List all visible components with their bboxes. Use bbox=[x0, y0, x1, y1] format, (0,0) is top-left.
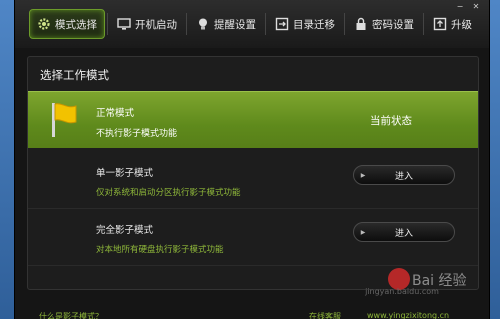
tab-divider bbox=[265, 13, 266, 35]
website-link[interactable]: www.yingzixitong.cn bbox=[367, 311, 449, 319]
tab-reminder[interactable]: 提醒设置 bbox=[189, 9, 263, 39]
tab-divider bbox=[344, 13, 345, 35]
help-link[interactable]: 什么是影子模式？ bbox=[39, 311, 103, 319]
button-label: 进入 bbox=[394, 171, 413, 182]
mode-row-full-shadow: 完全影子模式 对本地所有硬盘执行影子模式功能 ▶ 进入 bbox=[28, 209, 478, 266]
tab-label: 升级 bbox=[451, 18, 472, 31]
mode-description: 不执行影子模式功能 bbox=[96, 129, 178, 139]
enter-full-shadow-button[interactable]: ▶ 进入 bbox=[353, 222, 455, 242]
enter-single-shadow-button[interactable]: ▶ 进入 bbox=[353, 165, 455, 185]
minimize-button[interactable]: − bbox=[455, 3, 465, 11]
toolbar: 模式选择 开机启动 提醒设置 目录迁移 密码设置 升级 − ✕ bbox=[15, 0, 489, 48]
mode-description: 仅对系统和启动分区执行影子模式功能 bbox=[96, 188, 241, 198]
upgrade-icon bbox=[433, 17, 447, 31]
tab-upgrade[interactable]: 升级 bbox=[426, 9, 479, 39]
play-arrow-icon: ▶ bbox=[360, 228, 366, 236]
flag-icon bbox=[52, 103, 77, 137]
tab-label: 密码设置 bbox=[372, 18, 414, 31]
watermark-url: jingyan.baidu.com bbox=[365, 287, 439, 296]
monitor-icon bbox=[117, 17, 131, 31]
mode-description: 对本地所有硬盘执行影子模式功能 bbox=[96, 245, 224, 255]
tab-password[interactable]: 密码设置 bbox=[347, 9, 421, 39]
current-status-label: 当前状态 bbox=[370, 115, 412, 127]
mode-row-normal[interactable]: 正常模式 不执行影子模式功能 当前状态 bbox=[28, 91, 478, 148]
close-button[interactable]: ✕ bbox=[471, 3, 481, 11]
desktop-background-left bbox=[0, 0, 14, 319]
tab-label: 开机启动 bbox=[135, 18, 177, 31]
window-controls: − ✕ bbox=[455, 3, 481, 11]
gear-icon bbox=[37, 17, 51, 31]
mode-name: 单一影子模式 bbox=[96, 168, 154, 179]
tab-divider bbox=[107, 13, 108, 35]
tab-divider bbox=[423, 13, 424, 35]
tab-mode-select[interactable]: 模式选择 bbox=[29, 9, 105, 39]
tab-label: 目录迁移 bbox=[293, 18, 335, 31]
tab-directory-migration[interactable]: 目录迁移 bbox=[268, 9, 342, 39]
tab-startup[interactable]: 开机启动 bbox=[110, 9, 184, 39]
tab-divider bbox=[186, 13, 187, 35]
tab-label: 提醒设置 bbox=[214, 18, 256, 31]
panel-title: 选择工作模式 bbox=[40, 68, 109, 82]
lock-icon bbox=[354, 17, 368, 31]
desktop-background-right bbox=[490, 0, 500, 319]
mode-name: 完全影子模式 bbox=[96, 225, 154, 236]
mode-name: 正常模式 bbox=[96, 108, 135, 119]
folder-move-icon bbox=[275, 17, 289, 31]
mode-panel: 选择工作模式 正常模式 不执行影子模式功能 当前状态 单一影子模式 仅对系统和启… bbox=[27, 56, 479, 290]
mode-row-single-shadow: 单一影子模式 仅对系统和启动分区执行影子模式功能 ▶ 进入 bbox=[28, 152, 478, 209]
bulb-icon bbox=[196, 17, 210, 31]
button-label: 进入 bbox=[394, 228, 413, 239]
online-service-link[interactable]: 在线客服 bbox=[309, 311, 341, 319]
tab-label: 模式选择 bbox=[55, 18, 97, 31]
play-arrow-icon: ▶ bbox=[360, 171, 366, 179]
